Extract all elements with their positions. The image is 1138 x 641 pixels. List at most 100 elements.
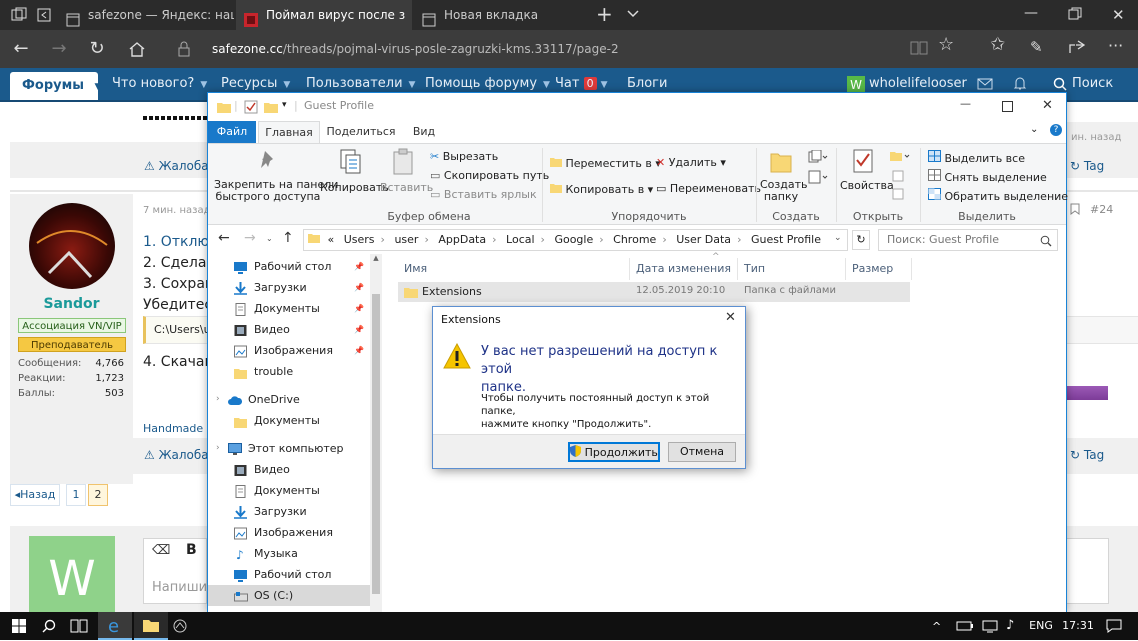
- tree-item[interactable]: OS (C:): [208, 585, 370, 606]
- chevron-right-icon[interactable]: ›: [737, 233, 741, 246]
- tree-item[interactable]: trouble: [208, 361, 370, 382]
- file-row[interactable]: Extensions 12.05.2019 20:10 Папка с файл…: [398, 282, 910, 302]
- copy-to-button[interactable]: Копировать в ▾: [550, 182, 653, 196]
- paste-shortcut-button[interactable]: ▭ Вставить ярлык: [430, 188, 537, 201]
- windows-start-icon[interactable]: [12, 619, 26, 636]
- chevron-right-icon[interactable]: ›: [541, 233, 545, 246]
- user-avatar[interactable]: [29, 203, 115, 289]
- tree-item[interactable]: Изображения: [208, 522, 370, 543]
- chevron-right-icon[interactable]: ›: [424, 233, 428, 246]
- tree-item[interactable]: Изображения 📌: [208, 340, 370, 361]
- more-icon[interactable]: ···: [1108, 36, 1123, 55]
- url-field[interactable]: safezone.cc/threads/pojmal-virus-posle-z…: [212, 36, 942, 62]
- favorites-hub-icon[interactable]: ✩: [990, 34, 1005, 55]
- scrollbar-thumb[interactable]: [372, 294, 380, 594]
- task-view-icon[interactable]: [70, 619, 88, 636]
- taskbar-app-icon[interactable]: [172, 618, 188, 637]
- delete-button[interactable]: ✕ Удалить ▾: [656, 156, 726, 169]
- chevron-right-icon[interactable]: ›: [599, 233, 603, 246]
- post-number[interactable]: #24: [1090, 203, 1113, 216]
- breadcrumb-item[interactable]: Guest Profile: [751, 233, 821, 246]
- tab-back-icon[interactable]: [36, 7, 52, 23]
- copy-path-button[interactable]: ▭ Скопировать путь: [430, 169, 549, 182]
- report-link[interactable]: ⚠ Жалоба: [144, 159, 209, 173]
- address-dropdown-icon[interactable]: ⌄: [834, 233, 842, 243]
- pen-icon[interactable]: ✎: [1030, 38, 1043, 56]
- explorer-search-input[interactable]: Поиск: Guest Profile: [878, 229, 1058, 251]
- minimize-icon[interactable]: —: [960, 97, 971, 110]
- breadcrumb-item[interactable]: Local: [506, 233, 535, 246]
- scroll-up-icon[interactable]: ▲: [370, 254, 382, 266]
- forward-arrow-icon[interactable]: →: [244, 230, 256, 246]
- pagination-back[interactable]: ◂Назад: [10, 484, 60, 506]
- pin-quick-access-button[interactable]: Закрепить на панели быстрого доступа: [214, 148, 338, 203]
- pin-icon[interactable]: 📌: [354, 319, 364, 340]
- cancel-button[interactable]: Отмена: [668, 442, 736, 462]
- select-all-button[interactable]: Выделить все: [928, 150, 1025, 165]
- bookmark-icon[interactable]: [1070, 203, 1080, 218]
- breadcrumb-overflow[interactable]: «: [328, 233, 335, 246]
- chevron-right-icon[interactable]: ›: [381, 233, 385, 246]
- breadcrumb-item[interactable]: Google: [554, 233, 593, 246]
- rename-button[interactable]: ▭ Переименовать: [656, 182, 761, 195]
- address-breadcrumb[interactable]: « Users › user › AppData › Local › Google › C…: [303, 229, 848, 251]
- maximize-icon[interactable]: [1002, 101, 1013, 115]
- breadcrumb-item[interactable]: user: [394, 233, 418, 246]
- chevron-right-icon[interactable]: ›: [662, 233, 666, 246]
- history-icon[interactable]: [892, 188, 904, 203]
- open-icon[interactable]: [890, 150, 912, 165]
- taskbar-explorer[interactable]: [134, 612, 168, 640]
- up-arrow-icon[interactable]: ↑: [282, 230, 294, 246]
- tab-yandex[interactable]: safezone — Яндекс: нашло: [58, 0, 234, 30]
- properties-check-icon[interactable]: [244, 100, 258, 117]
- tag-link[interactable]: ↻ Tag: [1070, 448, 1104, 462]
- column-header-type[interactable]: Тип: [738, 258, 846, 280]
- cut-button[interactable]: ✂ Вырезать: [430, 150, 498, 163]
- tree-item[interactable]: OneDrive ›: [208, 389, 370, 410]
- new-folder-button[interactable]: Создать папку: [760, 148, 808, 203]
- tag-link[interactable]: ↻ Tag: [1070, 159, 1104, 173]
- tab-file[interactable]: Файл: [208, 121, 256, 143]
- nav-search[interactable]: Поиск: [1072, 68, 1113, 100]
- tree-item[interactable]: Загрузки: [208, 501, 370, 522]
- bold-icon[interactable]: B: [186, 542, 197, 558]
- invert-selection-button[interactable]: Обратить выделение: [928, 188, 1068, 203]
- home-icon[interactable]: [128, 41, 146, 60]
- pagination-page-2[interactable]: 2: [88, 484, 108, 506]
- navigation-scrollbar[interactable]: ▲: [370, 254, 382, 612]
- column-header-date[interactable]: Дата изменения: [630, 258, 738, 280]
- tab-new[interactable]: Новая вкладка: [414, 0, 590, 30]
- pin-icon[interactable]: 📌: [354, 256, 364, 277]
- language-indicator[interactable]: ENG: [1026, 612, 1056, 640]
- back-arrow-icon[interactable]: ←: [218, 230, 230, 246]
- favorite-star-icon[interactable]: ☆: [938, 34, 954, 55]
- select-none-button[interactable]: Снять выделение: [928, 169, 1047, 184]
- tree-item[interactable]: Документы: [208, 480, 370, 501]
- author-name[interactable]: Sandor: [10, 296, 133, 312]
- breadcrumb-item[interactable]: Chrome: [613, 233, 656, 246]
- tab-share[interactable]: Поделиться: [324, 121, 398, 143]
- taskbar-edge[interactable]: e: [98, 612, 132, 640]
- easy-access-icon[interactable]: [808, 170, 828, 187]
- minimize-icon[interactable]: —: [1024, 5, 1038, 21]
- tab-home[interactable]: Главная: [258, 121, 320, 143]
- recent-locations-chevron-icon[interactable]: ⌄: [266, 234, 273, 243]
- close-icon[interactable]: ✕: [1112, 6, 1125, 24]
- search-icon[interactable]: [42, 619, 56, 636]
- restore-icon[interactable]: [1068, 7, 1082, 24]
- tab-view[interactable]: Вид: [404, 121, 444, 143]
- action-center-icon[interactable]: [1106, 619, 1122, 636]
- report-link[interactable]: ⚠ Жалоба: [144, 448, 209, 462]
- refresh-icon[interactable]: ↻: [80, 30, 114, 68]
- breadcrumb-item[interactable]: User Data: [676, 233, 731, 246]
- column-header-size[interactable]: Размер: [846, 258, 912, 280]
- share-icon[interactable]: [1068, 39, 1086, 58]
- chevron-down-icon[interactable]: ⌄: [1030, 124, 1038, 135]
- breadcrumb-item[interactable]: Users: [344, 233, 375, 246]
- continue-button[interactable]: Продолжить: [568, 442, 660, 462]
- expand-chevron-icon[interactable]: ›: [216, 389, 220, 410]
- refresh-icon[interactable]: ↻: [852, 230, 870, 250]
- edit-icon[interactable]: [892, 170, 904, 185]
- paste-button[interactable]: Вставить: [380, 148, 433, 194]
- tree-item[interactable]: Видео 📌: [208, 319, 370, 340]
